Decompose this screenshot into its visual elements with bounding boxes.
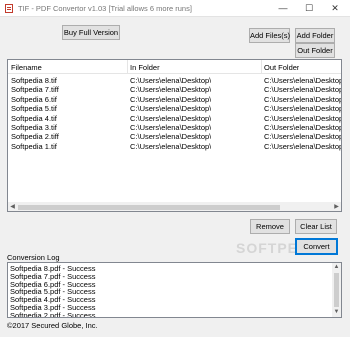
out-folder-cell: C:\Users\elena\Desktop\: [264, 104, 342, 114]
in-folder-cell: C:\Users\elena\Desktop\: [130, 76, 212, 85]
close-icon[interactable]: ✕: [322, 0, 348, 17]
out-folder-cell: C:\Users\elena\Desktop\: [264, 85, 342, 95]
app-icon: [5, 4, 13, 13]
filename-cell: Softpedia 1.tif: [11, 141, 57, 151]
maximize-icon[interactable]: ☐: [296, 0, 322, 17]
table-row[interactable]: Softpedia 4.tif C:\Users\elena\Desktop\ C:…: [8, 114, 341, 123]
list-header: Filename In Folder Out Folder: [8, 60, 341, 74]
filename-cell: Softpedia 6.tif: [11, 94, 57, 104]
vertical-scrollbar[interactable]: ▲ ▼: [332, 263, 341, 317]
convert-button[interactable]: Convert: [295, 238, 338, 255]
scrollbar-thumb[interactable]: [18, 205, 280, 210]
log-line: Softpedia 2.pdf - Success: [10, 310, 96, 318]
window-title: TIF - PDF Convertor v1.03 [Trial allows …: [18, 4, 192, 13]
file-list[interactable]: Filename In Folder Out Folder Softpedia …: [7, 59, 342, 212]
table-row[interactable]: Softpedia 5.tif C:\Users\elena\Desktop\ C:…: [8, 104, 341, 113]
column-header-in-folder[interactable]: In Folder: [130, 63, 160, 72]
column-divider[interactable]: [261, 60, 262, 74]
conversion-log-label: Conversion Log: [7, 253, 60, 262]
out-folder-button[interactable]: Out Folder: [295, 43, 335, 58]
scroll-left-icon[interactable]: ◀: [8, 203, 17, 211]
table-row[interactable]: Softpedia 2.tiff C:\Users\elena\Desktop\ C…: [8, 132, 341, 141]
table-row[interactable]: Softpedia 1.tif C:\Users\elena\Desktop\ C:…: [8, 142, 341, 151]
in-folder-cell: C:\Users\elena\Desktop\: [130, 104, 212, 114]
filename-cell: Softpedia 8.tif: [11, 76, 57, 85]
column-header-filename[interactable]: Filename: [11, 63, 42, 72]
clear-list-button[interactable]: Clear List: [295, 219, 337, 234]
in-folder-cell: C:\Users\elena\Desktop\: [130, 132, 212, 142]
in-folder-cell: C:\Users\elena\Desktop\: [130, 141, 212, 151]
table-row[interactable]: Softpedia 7.tiff C:\Users\elena\Desktop\ C…: [8, 85, 341, 94]
conversion-log[interactable]: Softpedia 8.pdf - Success Softpedia 7.pdf…: [7, 262, 342, 318]
out-folder-cell: C:\Users\elena\Desktop\: [264, 94, 342, 104]
add-folder-button[interactable]: Add Folder: [295, 28, 335, 43]
column-divider[interactable]: [127, 60, 128, 74]
horizontal-scrollbar[interactable]: ◀ ▶: [8, 202, 341, 211]
out-folder-cell: C:\Users\elena\Desktop\: [264, 132, 342, 142]
filename-cell: Softpedia 3.tif: [11, 123, 57, 132]
copyright-text: ©2017 Secured Globe, Inc.: [7, 321, 98, 330]
out-folder-cell: C:\Users\elena\Desktop\: [264, 113, 342, 123]
filename-cell: Softpedia 5.tif: [11, 104, 57, 114]
scroll-right-icon[interactable]: ▶: [332, 203, 341, 211]
minimize-icon[interactable]: —: [270, 0, 296, 17]
filename-cell: Softpedia 4.tif: [11, 113, 57, 123]
filename-cell: Softpedia 2.tiff: [11, 132, 59, 142]
add-files-button[interactable]: Add Files(s): [249, 28, 290, 43]
title-bar[interactable]: TIF - PDF Convertor v1.03 [Trial allows …: [0, 0, 350, 17]
table-row[interactable]: Softpedia 3.tif C:\Users\elena\Desktop\ C:…: [8, 123, 341, 132]
filename-cell: Softpedia 7.tiff: [11, 85, 59, 95]
out-folder-cell: C:\Users\elena\Desktop\: [264, 141, 342, 151]
in-folder-cell: C:\Users\elena\Desktop\: [130, 94, 212, 104]
scroll-down-icon[interactable]: ▼: [332, 308, 341, 317]
table-row[interactable]: Softpedia 8.tif C:\Users\elena\Desktop\ C:…: [8, 76, 341, 85]
table-row[interactable]: Softpedia 6.tif C:\Users\elena\Desktop\ C:…: [8, 95, 341, 104]
remove-button[interactable]: Remove: [250, 219, 290, 234]
out-folder-cell: C:\Users\elena\Desktop\: [264, 76, 342, 85]
in-folder-cell: C:\Users\elena\Desktop\: [130, 85, 212, 95]
in-folder-cell: C:\Users\elena\Desktop\: [130, 123, 212, 132]
out-folder-cell: C:\Users\elena\Desktop\: [264, 123, 342, 132]
in-folder-cell: C:\Users\elena\Desktop\: [130, 113, 212, 123]
buy-full-version-button[interactable]: Buy Full Version: [62, 25, 120, 40]
column-header-out-folder[interactable]: Out Folder: [264, 63, 299, 72]
scroll-up-icon[interactable]: ▲: [332, 263, 341, 272]
scrollbar-thumb[interactable]: [334, 273, 339, 307]
